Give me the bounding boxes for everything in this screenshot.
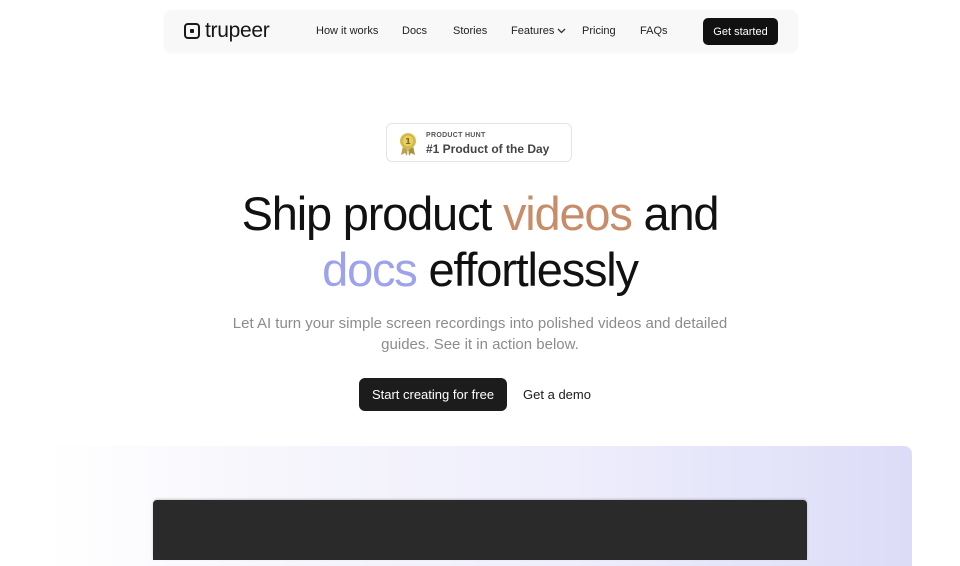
badge-label-main: #1 Product of the Day: [426, 142, 550, 156]
demo-video-player[interactable]: [153, 500, 807, 560]
nav-features[interactable]: Features: [511, 23, 566, 39]
hero-headline: Ship product videos and docs effortlessl…: [0, 186, 960, 298]
nav-faqs[interactable]: FAQs: [640, 23, 668, 39]
headline-text: and: [631, 187, 720, 240]
chevron-down-icon: [557, 28, 566, 34]
brand-name: trupeer: [205, 19, 270, 42]
headline-highlight-docs: docs: [322, 243, 418, 296]
headline-line-1: Ship product videos and: [0, 186, 960, 242]
nav-how-it-works[interactable]: How it works: [316, 23, 378, 39]
headline-highlight-videos: videos: [503, 187, 633, 240]
brand-logo[interactable]: trupeer: [184, 19, 270, 42]
logo-icon: [184, 23, 200, 39]
headline-line-2: docs effortlessly: [0, 242, 960, 298]
get-demo-button[interactable]: Get a demo: [515, 378, 599, 411]
hero-subtitle: Let AI turn your simple screen recording…: [232, 315, 728, 353]
nav-pricing[interactable]: Pricing: [582, 23, 616, 39]
medal-number: 1: [405, 137, 411, 146]
medal-icon: 1: [400, 133, 416, 156]
headline-text: Ship product: [241, 187, 503, 240]
product-hunt-badge[interactable]: 1 PRODUCT HUNT #1 Product of the Day: [386, 123, 572, 162]
start-creating-button[interactable]: Start creating for free: [359, 378, 507, 411]
nav-stories[interactable]: Stories: [453, 23, 487, 39]
get-started-button[interactable]: Get started: [703, 18, 778, 45]
headline-text: effortlessly: [416, 243, 639, 296]
badge-label-top: PRODUCT HUNT: [426, 132, 486, 139]
top-navbar: trupeer How it works Docs Stories Featur…: [164, 10, 798, 52]
nav-features-label: Features: [511, 25, 555, 37]
nav-docs[interactable]: Docs: [402, 23, 427, 39]
